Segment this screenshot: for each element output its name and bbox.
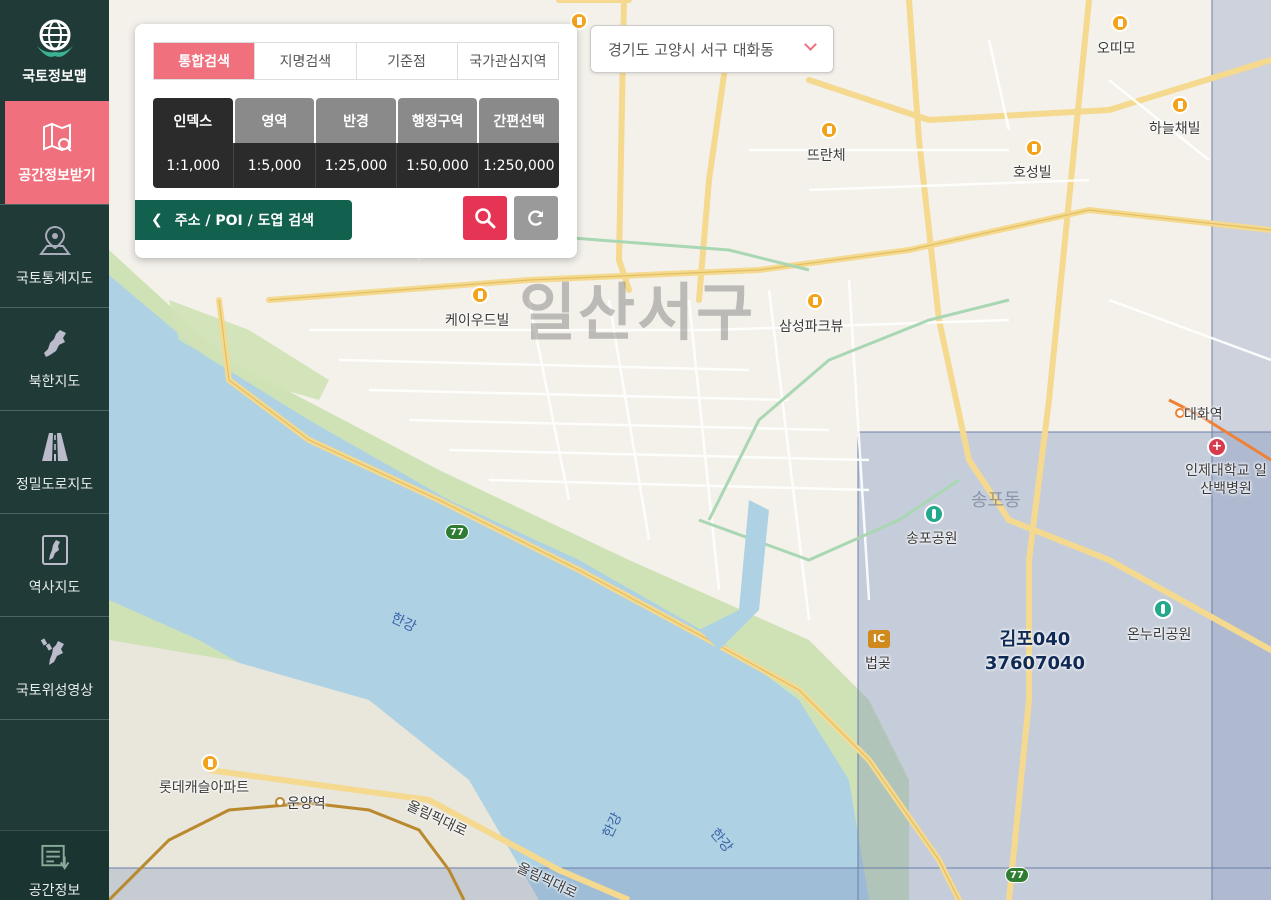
district-label: 일산서구 bbox=[519, 276, 756, 349]
interchange-icon[interactable]: IC bbox=[868, 630, 890, 648]
scale-250000-button[interactable]: 1:250,000 bbox=[477, 143, 559, 188]
map-sheet-label[interactable]: 김포040 37607040 bbox=[975, 628, 1095, 676]
scale-25000-button[interactable]: 1:25,000 bbox=[314, 143, 396, 188]
apartment-poi-icon[interactable] bbox=[1111, 14, 1129, 32]
poi-label: 삼성파크뷰 bbox=[779, 319, 844, 335]
address-search-label: 주소 / POI / 도엽 검색 bbox=[174, 213, 314, 229]
scale-options: 1:1,000 1:5,000 1:25,000 1:50,000 1:250,… bbox=[153, 143, 559, 188]
search-tabs: 통합검색 지명검색 기준점 국가관심지역 bbox=[153, 42, 559, 80]
area-label: 송포동 bbox=[971, 490, 1021, 511]
poi-label: 오띠모 bbox=[1097, 41, 1136, 57]
search-icon bbox=[475, 208, 496, 229]
scale-5000-button[interactable]: 1:5,000 bbox=[233, 143, 314, 188]
selection-modes: 인덱스 영역 반경 행정구역 간편선택 bbox=[153, 98, 559, 143]
highway-shield-icon: 77 bbox=[445, 524, 469, 540]
tab-place-name-search[interactable]: 지명검색 bbox=[254, 43, 356, 79]
sidebar-item-history-map[interactable]: 역사지도 bbox=[0, 513, 109, 616]
sidebar: 국토정보맵 공간정보받기 국토통계지도 북한지도 정밀도로지도 역사지도 국토위… bbox=[0, 0, 109, 900]
map-sheet-name: 김포040 bbox=[999, 629, 1071, 650]
location-value: 경기도 고양시 서구 대화동 bbox=[608, 40, 775, 59]
refresh-icon bbox=[528, 210, 544, 226]
document-download-icon bbox=[40, 844, 69, 870]
north-korea-icon bbox=[43, 330, 66, 357]
sidebar-item-label: 정밀도로지도 bbox=[15, 477, 94, 493]
address-poi-sheet-search-button[interactable]: ❮ 주소 / POI / 도엽 검색 bbox=[135, 200, 352, 240]
reset-button[interactable] bbox=[514, 196, 558, 240]
sidebar-item-north-korea-map[interactable]: 북한지도 bbox=[0, 307, 109, 410]
highway-shield-icon: 77 bbox=[1005, 867, 1029, 883]
sidebar-item-satellite-image[interactable]: 국토위성영상 bbox=[0, 616, 109, 719]
sidebar-item-label: 공간정보받기 bbox=[18, 167, 96, 184]
tab-integrated-search[interactable]: 통합검색 bbox=[154, 43, 255, 79]
tab-national-interest-area[interactable]: 국가관심지역 bbox=[456, 43, 558, 79]
sidebar-divider bbox=[0, 719, 109, 720]
chevron-down-icon bbox=[804, 38, 817, 51]
map-download-icon bbox=[43, 122, 72, 152]
park-icon[interactable] bbox=[1153, 599, 1173, 619]
poi-label: 롯데캐슬아파트 bbox=[159, 780, 250, 796]
app-logo[interactable]: 국토정보맵 bbox=[0, 0, 109, 101]
sidebar-item-spatial-download[interactable]: 공간정보받기 bbox=[5, 101, 109, 204]
sidebar-item-statistics-map[interactable]: 국토통계지도 bbox=[0, 204, 109, 307]
poi-label: 송포공원 bbox=[906, 531, 958, 547]
station-label: 운양역 bbox=[287, 796, 326, 812]
location-dropdown[interactable]: 경기도 고양시 서구 대화동 bbox=[590, 25, 834, 73]
mode-area-button[interactable]: 영역 bbox=[234, 98, 315, 143]
sidebar-item-label: 국토통계지도 bbox=[15, 271, 94, 287]
poi-label: 하늘채빌 bbox=[1149, 121, 1201, 137]
satellite-icon bbox=[40, 638, 64, 665]
apartment-poi-icon[interactable] bbox=[1025, 139, 1043, 157]
map-pin-icon bbox=[38, 225, 71, 255]
history-map-icon bbox=[41, 535, 68, 565]
mode-radius-button[interactable]: 반경 bbox=[316, 98, 396, 143]
chevron-left-icon: ❮ bbox=[151, 212, 163, 228]
poi-label: 법곶 bbox=[865, 656, 891, 672]
hospital-icon[interactable]: + bbox=[1207, 437, 1227, 457]
globe-logo-icon bbox=[36, 19, 73, 57]
map-sheet-code: 37607040 bbox=[984, 653, 1086, 674]
apartment-poi-icon[interactable] bbox=[806, 292, 824, 310]
scale-50000-button[interactable]: 1:50,000 bbox=[396, 143, 477, 188]
poi-label: 온누리공원 bbox=[1127, 627, 1192, 643]
sidebar-item-precise-road-map[interactable]: 정밀도로지도 bbox=[0, 410, 109, 513]
sidebar-item-label: 국토위성영상 bbox=[15, 683, 94, 699]
apartment-poi-icon[interactable] bbox=[471, 286, 489, 304]
poi-label: 케이우드빌 bbox=[445, 313, 510, 329]
apartment-poi-icon[interactable] bbox=[820, 121, 838, 139]
mode-quick-select-button[interactable]: 간편선택 bbox=[479, 98, 559, 143]
road-icon bbox=[41, 433, 68, 461]
logo-text: 국토정보맵 bbox=[22, 68, 87, 85]
station-label: 대화역 bbox=[1184, 407, 1223, 423]
mode-index-button[interactable]: 인덱스 bbox=[153, 98, 233, 143]
apartment-poi-icon[interactable] bbox=[201, 754, 219, 772]
mode-admin-district-button[interactable]: 행정구역 bbox=[397, 98, 478, 143]
sidebar-item-label: 북한지도 bbox=[28, 374, 81, 390]
apartment-poi-icon[interactable] bbox=[1171, 96, 1189, 114]
search-panel: 통합검색 지명검색 기준점 국가관심지역 인덱스 영역 반경 행정구역 간편선택… bbox=[135, 24, 577, 258]
sidebar-item-spatial-info[interactable]: 공간정보 bbox=[0, 830, 109, 900]
poi-label: 뜨란체 bbox=[807, 148, 846, 164]
panel-actions: ❮ 주소 / POI / 도엽 검색 bbox=[135, 196, 559, 256]
poi-label: 인제대학교 일산백병원 bbox=[1185, 463, 1267, 497]
search-button[interactable] bbox=[463, 196, 507, 240]
sidebar-item-label: 역사지도 bbox=[28, 580, 81, 596]
tab-control-point[interactable]: 기준점 bbox=[355, 43, 457, 79]
sidebar-item-label: 공간정보 bbox=[28, 883, 81, 899]
poi-label: 호성빌 bbox=[1013, 165, 1052, 181]
park-icon[interactable] bbox=[924, 504, 944, 524]
scale-1000-button[interactable]: 1:1,000 bbox=[153, 143, 233, 188]
